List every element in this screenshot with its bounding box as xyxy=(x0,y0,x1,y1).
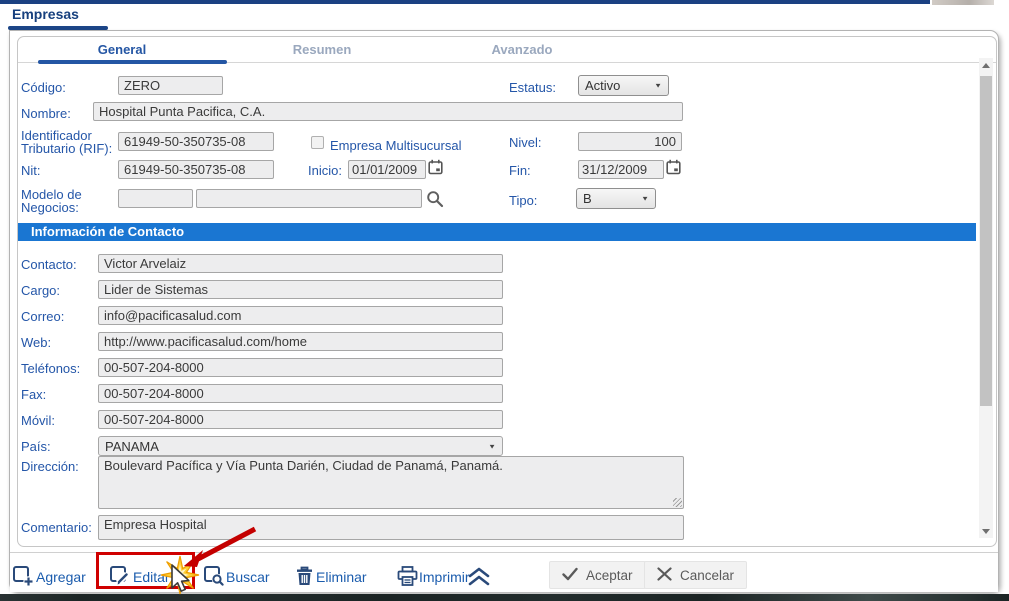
movil-label: Móvil: xyxy=(21,413,55,428)
scrollbar-down-button[interactable] xyxy=(979,524,993,538)
codigo-label: Código: xyxy=(21,80,66,95)
inicio-input[interactable] xyxy=(348,160,426,179)
agregar-button[interactable]: Agregar xyxy=(36,569,86,585)
tipo-selected-value: B xyxy=(583,191,592,206)
estatus-selected-value: Activo xyxy=(585,78,620,93)
top-accent-bar xyxy=(0,0,930,4)
inicio-calendar-icon[interactable] xyxy=(428,159,443,180)
nombre-label: Nombre: xyxy=(21,106,71,121)
estatus-select[interactable]: Activo ▼ xyxy=(578,75,669,96)
telefonos-input[interactable] xyxy=(98,358,503,377)
rif-input[interactable] xyxy=(118,132,274,151)
scrollbar-up-button[interactable] xyxy=(979,58,993,72)
telefonos-label: Teléfonos: xyxy=(21,361,80,376)
codigo-input[interactable] xyxy=(118,76,223,95)
eliminar-button[interactable]: Eliminar xyxy=(316,569,367,585)
tab-avanzado[interactable]: Avanzado xyxy=(422,37,622,63)
tab-resumen[interactable]: Resumen xyxy=(222,37,422,63)
comentario-textarea[interactable]: Empresa Hospital xyxy=(98,515,684,540)
agregar-icon[interactable] xyxy=(12,565,34,592)
tab-resumen-label: Resumen xyxy=(293,42,352,57)
correo-label: Correo: xyxy=(21,309,64,324)
aceptar-button-label: Aceptar xyxy=(586,568,633,583)
tipo-select[interactable]: B ▼ xyxy=(576,188,656,209)
check-icon xyxy=(562,567,578,584)
pais-label: País: xyxy=(21,439,51,454)
inner-tab-row: General Resumen Avanzado xyxy=(18,37,996,63)
empresa-multisucursal-label: Empresa Multisucursal xyxy=(330,138,462,153)
nit-input[interactable] xyxy=(118,160,274,179)
web-input[interactable] xyxy=(98,332,503,351)
nivel-input[interactable] xyxy=(578,132,682,151)
background-window-strip xyxy=(0,594,1009,601)
nivel-label: Nivel: xyxy=(509,135,542,150)
modelo-label-line2: Negocios: xyxy=(21,200,79,215)
direccion-resize-grip[interactable] xyxy=(673,498,682,507)
aceptar-button[interactable]: Aceptar xyxy=(549,561,646,589)
nit-label: Nit: xyxy=(21,163,41,178)
fax-label: Fax: xyxy=(21,387,46,402)
buscar-button[interactable]: Buscar xyxy=(226,569,270,585)
cargo-label: Cargo: xyxy=(21,283,60,298)
contacto-label: Contacto: xyxy=(21,257,77,272)
top-right-fragment xyxy=(932,0,994,5)
contact-section-header: Información de Contacto xyxy=(18,223,976,241)
movil-input[interactable] xyxy=(98,410,503,429)
eliminar-icon[interactable] xyxy=(294,565,315,592)
rif-label-line2: Tributario (RIF): xyxy=(21,141,112,156)
imprimir-button[interactable]: Imprimir xyxy=(419,569,470,585)
scroll-down-arrow-icon xyxy=(982,529,990,534)
inicio-label: Inicio: xyxy=(308,163,342,178)
tab-avanzado-label: Avanzado xyxy=(492,42,553,57)
pais-selected-value: PANAMA xyxy=(105,439,159,454)
comentario-label: Comentario: xyxy=(21,520,92,535)
modelo-codigo-input[interactable] xyxy=(118,189,193,208)
editar-icon[interactable] xyxy=(109,565,131,592)
direccion-textarea[interactable]: Boulevard Pacífica y Vía Punta Darién, C… xyxy=(98,456,684,509)
tab-general-active-underline xyxy=(38,60,227,64)
estatus-label: Estatus: xyxy=(509,80,556,95)
cancelar-button-label: Cancelar xyxy=(680,568,734,583)
fin-label: Fin: xyxy=(509,163,531,178)
pais-select[interactable]: PANAMA ▼ xyxy=(98,436,503,456)
fin-calendar-icon[interactable] xyxy=(666,159,681,180)
buscar-icon[interactable] xyxy=(203,565,225,592)
editar-button[interactable]: Editar xyxy=(133,569,170,585)
modelo-nombre-input[interactable] xyxy=(196,189,422,208)
fax-input[interactable] xyxy=(98,384,503,403)
tab-general-label: General xyxy=(98,42,146,57)
contacto-input[interactable] xyxy=(98,254,503,273)
scrollbar-thumb[interactable] xyxy=(980,76,992,406)
empresa-multisucursal-checkbox[interactable] xyxy=(311,136,324,149)
nombre-input[interactable] xyxy=(93,102,683,121)
correo-input[interactable] xyxy=(98,306,503,325)
tipo-caret-icon: ▼ xyxy=(641,195,649,202)
collapse-toolbar-chevron-icon[interactable] xyxy=(466,567,492,591)
window-tab-empresas[interactable]: Empresas xyxy=(12,6,79,22)
tipo-label: Tipo: xyxy=(509,193,537,208)
vertical-scrollbar[interactable] xyxy=(979,58,993,538)
tab-general[interactable]: General xyxy=(22,37,222,63)
empresas-window: Empresas General Resumen Avanzado Código… xyxy=(0,0,1009,601)
imprimir-icon[interactable] xyxy=(396,565,419,592)
cargo-input[interactable] xyxy=(98,280,503,299)
tab-panel: General Resumen Avanzado Código: Estatus… xyxy=(17,36,997,547)
direccion-label: Dirección: xyxy=(21,459,79,474)
fin-input[interactable] xyxy=(578,160,664,179)
close-icon xyxy=(657,567,672,584)
estatus-caret-icon: ▼ xyxy=(654,82,662,89)
bottom-toolbar: Agregar Editar Buscar Eliminar Imprimir … xyxy=(10,552,998,592)
web-label: Web: xyxy=(21,335,51,350)
pais-caret-icon: ▼ xyxy=(488,442,496,449)
scroll-up-arrow-icon xyxy=(982,63,990,68)
cancelar-button[interactable]: Cancelar xyxy=(644,561,747,589)
modelo-search-icon[interactable] xyxy=(426,190,444,213)
